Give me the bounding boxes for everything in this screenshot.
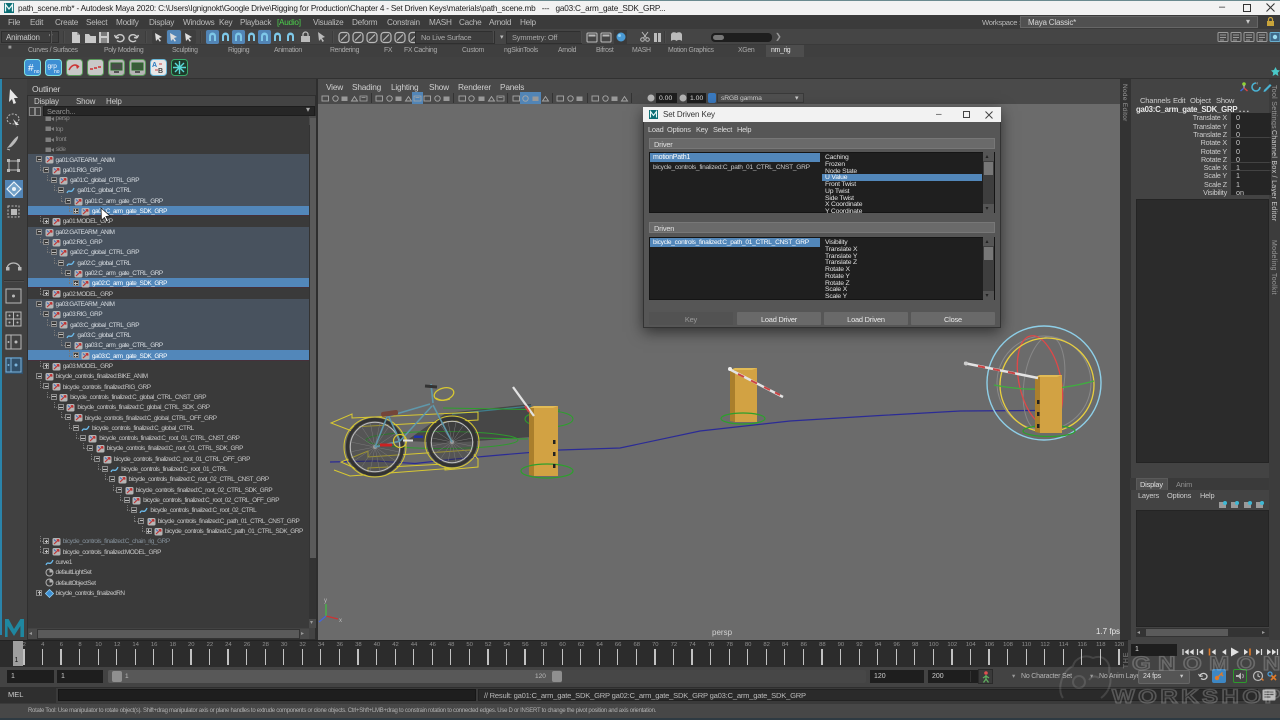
- svg-text:1.7 fps: 1.7 fps: [1096, 627, 1120, 636]
- svg-text:y: y: [324, 598, 327, 604]
- svg-text:persp: persp: [712, 628, 733, 637]
- svg-text:x: x: [339, 618, 342, 624]
